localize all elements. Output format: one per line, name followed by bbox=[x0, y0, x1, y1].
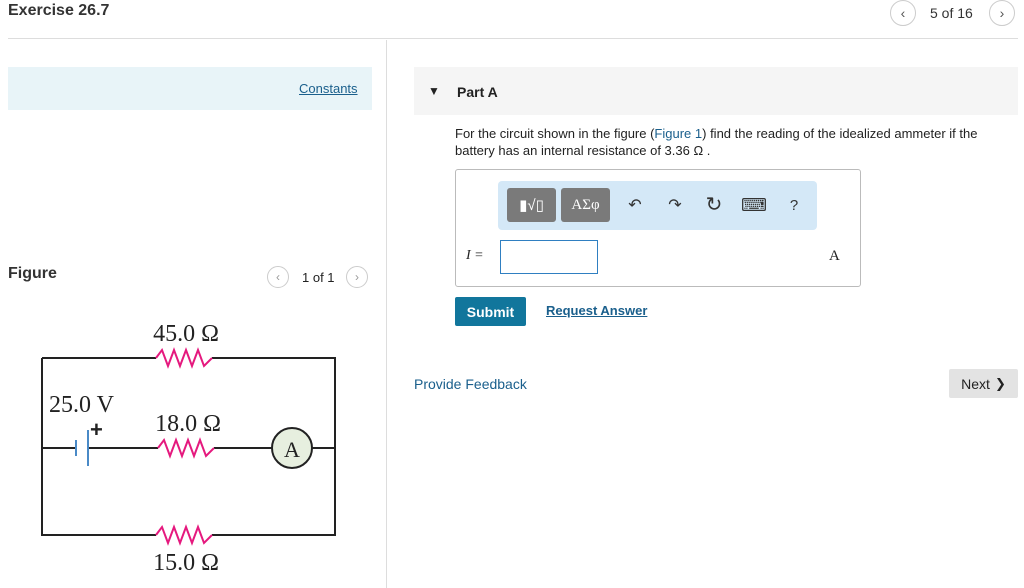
answer-input[interactable] bbox=[500, 240, 598, 274]
part-a-title: Part A bbox=[457, 84, 498, 100]
variable-label: I = bbox=[466, 248, 484, 263]
next-button-label: Next bbox=[961, 375, 990, 392]
figure-pager-text: 1 of 1 bbox=[302, 270, 335, 285]
unit-label: A bbox=[829, 248, 840, 264]
provide-feedback-link[interactable]: Provide Feedback bbox=[414, 376, 527, 392]
templates-icon: ▮√▯ bbox=[519, 197, 544, 214]
page-title: Exercise 26.7 bbox=[8, 2, 110, 19]
question-text-start: For the circuit shown in the figure ( bbox=[455, 126, 655, 141]
resistor-mid bbox=[157, 437, 215, 459]
next-button[interactable]: Next ❯ bbox=[949, 369, 1018, 398]
chevron-right-icon: ❯ bbox=[994, 375, 1006, 391]
resistor-mid-label: 18.0 Ω bbox=[155, 411, 221, 437]
column-divider bbox=[386, 40, 387, 588]
figure-prev-button[interactable]: ‹ bbox=[267, 266, 289, 288]
next-exercise-button[interactable]: › bbox=[989, 0, 1015, 26]
resistor-bottom-label: 15.0 Ω bbox=[153, 550, 219, 576]
figure-next-button[interactable]: › bbox=[346, 266, 368, 288]
constants-link[interactable]: Constants bbox=[299, 81, 358, 96]
chevron-left-icon: ‹ bbox=[900, 5, 906, 21]
symbols-button[interactable]: ΑΣφ bbox=[561, 188, 610, 222]
undo-icon[interactable]: ↶ bbox=[624, 194, 646, 216]
chevron-left-icon: ‹ bbox=[276, 270, 280, 284]
templates-button[interactable]: ▮√▯ bbox=[507, 188, 556, 222]
resistor-bottom bbox=[155, 524, 213, 546]
chevron-right-icon: › bbox=[355, 270, 359, 284]
battery-plus-label: + bbox=[90, 417, 103, 442]
part-a-header[interactable] bbox=[414, 67, 1018, 115]
header-divider bbox=[8, 38, 1018, 39]
figure-heading: Figure bbox=[8, 265, 57, 282]
chevron-right-icon: › bbox=[999, 5, 1005, 21]
keyboard-icon[interactable]: ⌨ bbox=[741, 194, 767, 216]
request-answer-link[interactable]: Request Answer bbox=[546, 303, 647, 318]
question-text: For the circuit shown in the figure (Fig… bbox=[455, 125, 1005, 159]
left-wire bbox=[41, 358, 156, 536]
collapse-toggle-icon[interactable]: ▼ bbox=[428, 84, 440, 98]
exercise-counter: 5 of 16 bbox=[930, 5, 973, 21]
reset-icon[interactable]: ↻ bbox=[703, 193, 725, 216]
ammeter-label: A bbox=[284, 437, 300, 462]
resistor-top bbox=[155, 347, 213, 369]
symbols-icon: ΑΣφ bbox=[571, 196, 600, 213]
submit-button[interactable]: Submit bbox=[455, 297, 526, 326]
figure-link[interactable]: Figure 1 bbox=[654, 126, 702, 141]
resistor-top-label: 45.0 Ω bbox=[153, 321, 219, 347]
circuit-diagram: A 45.0 Ω 25.0 V + 18.0 Ω 15.0 Ω bbox=[41, 321, 336, 576]
help-icon[interactable]: ? bbox=[783, 194, 805, 216]
prev-exercise-button[interactable]: ‹ bbox=[890, 0, 916, 26]
battery-label: 25.0 V bbox=[49, 392, 115, 418]
redo-icon[interactable]: ↷ bbox=[664, 194, 686, 216]
